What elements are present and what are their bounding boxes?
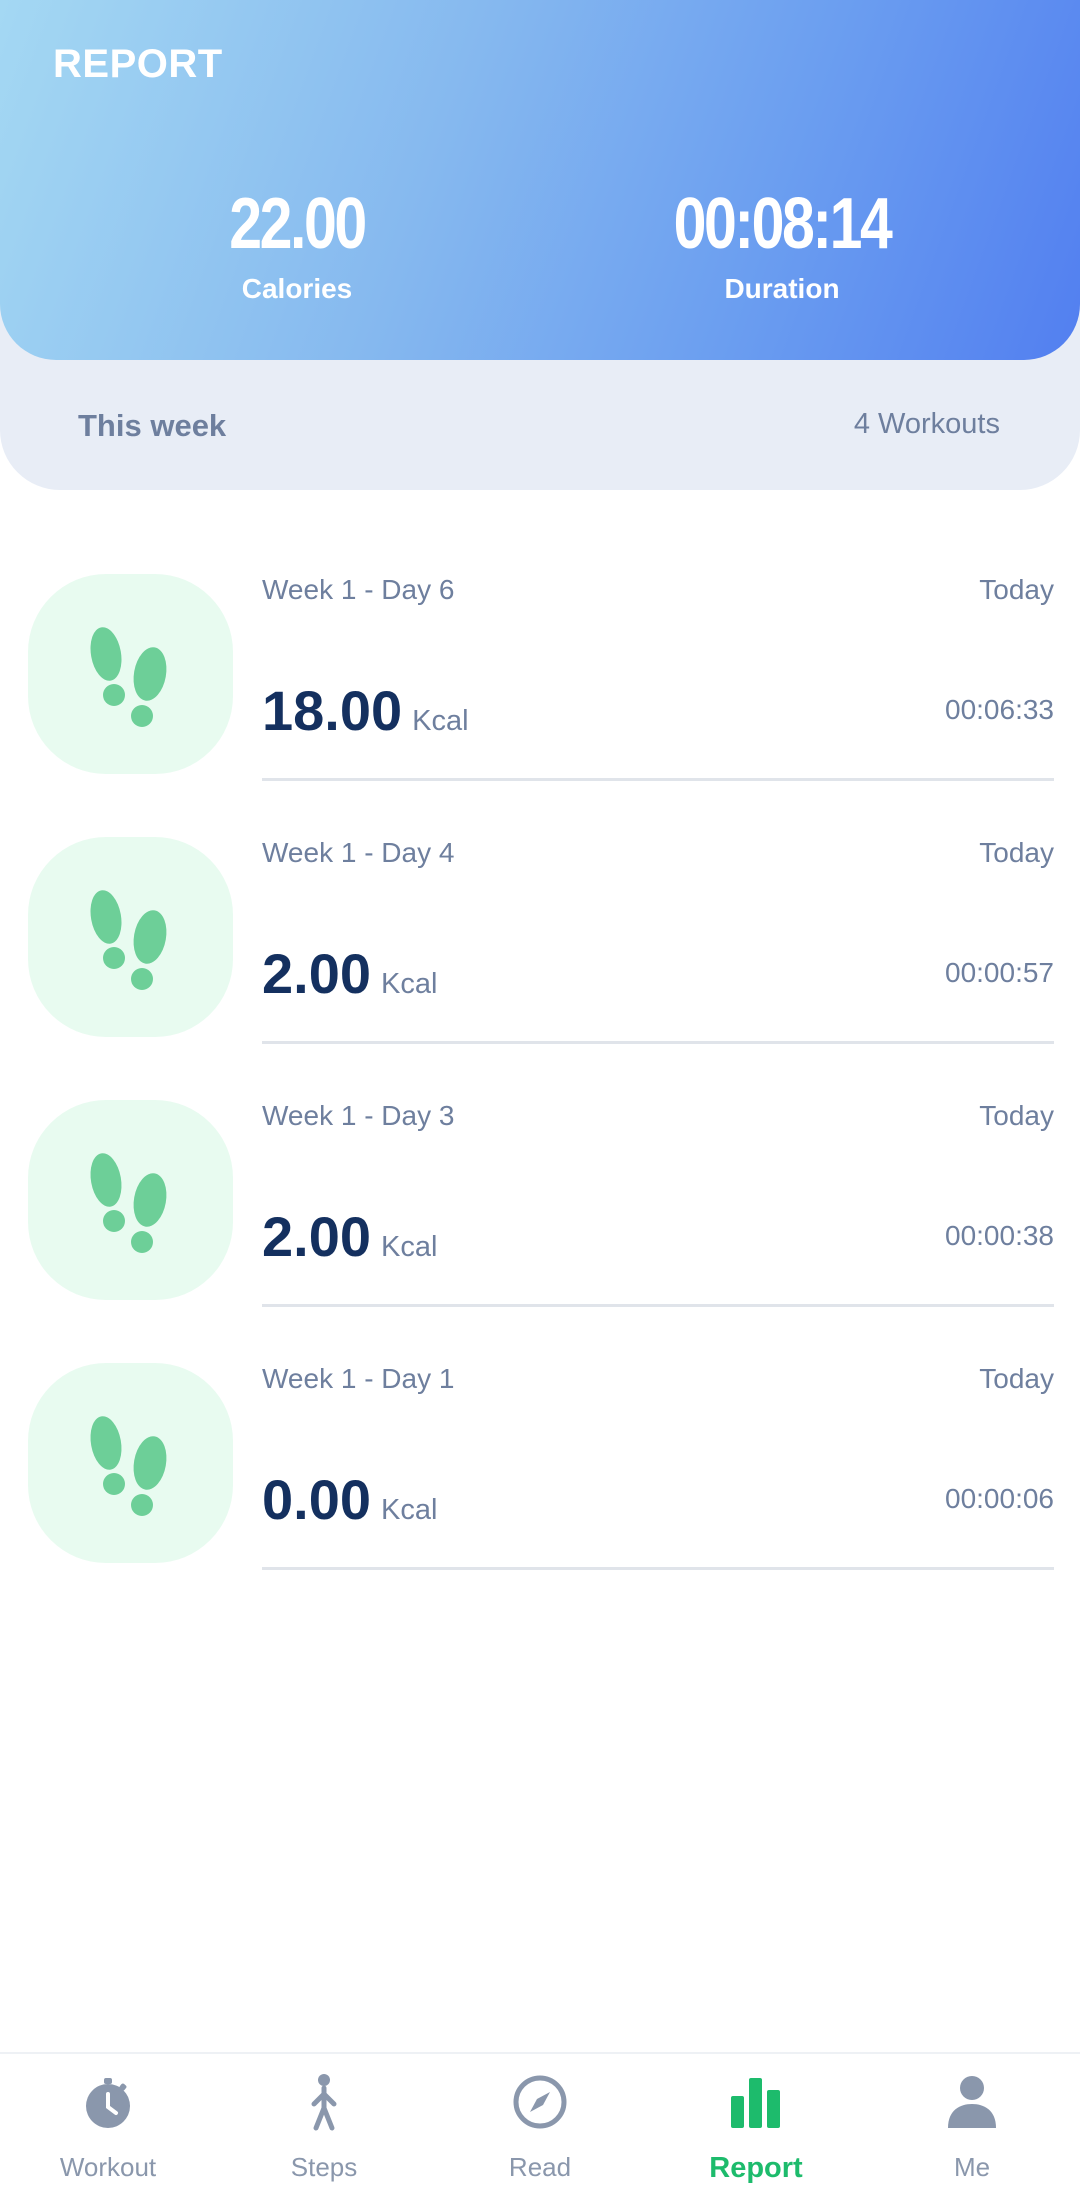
workout-duration: 00:00:06 xyxy=(945,1483,1054,1514)
tab-label: Workout xyxy=(59,2152,157,2182)
duration-value: 00:08:14 xyxy=(673,184,893,264)
workout-title: Week 1 - Day 6 xyxy=(262,574,455,605)
calories-value: 22.00 xyxy=(229,184,367,264)
kcal-value: 2.00 xyxy=(262,1205,371,1268)
duration-stat: 00:08:14 Duration xyxy=(582,185,982,305)
kcal-value: 2.00 xyxy=(262,942,371,1005)
workout-kcal: 2.00 Kcal xyxy=(262,941,437,1006)
divider xyxy=(262,778,1054,781)
workout-thumbnail xyxy=(28,1363,233,1563)
kcal-unit: Kcal xyxy=(381,968,438,1000)
divider xyxy=(262,1304,1054,1307)
tab-steps[interactable]: Steps xyxy=(216,2054,432,2200)
workout-kcal: 0.00 Kcal xyxy=(262,1467,437,1532)
tab-me[interactable]: Me xyxy=(864,2054,1080,2200)
calories-stat: 22.00 Calories xyxy=(97,185,497,305)
kcal-unit: Kcal xyxy=(381,1494,438,1526)
workout-row[interactable]: Week 1 - Day 3 Today 2.00 Kcal 00:00:38 xyxy=(0,1086,1080,1349)
workout-date: Today xyxy=(979,1100,1054,1131)
stopwatch-icon xyxy=(86,2078,130,2128)
workout-title: Week 1 - Day 4 xyxy=(262,837,455,868)
workout-title: Week 1 - Day 1 xyxy=(262,1363,455,1394)
workout-row[interactable]: Week 1 - Day 4 Today 2.00 Kcal 00:00:57 xyxy=(0,823,1080,1086)
workout-date: Today xyxy=(979,1363,1054,1394)
workout-row[interactable]: Week 1 - Day 1 Today 0.00 Kcal 00:00:06 xyxy=(0,1349,1080,1612)
tab-label: Report xyxy=(709,2152,803,2184)
workout-date: Today xyxy=(979,837,1054,868)
tab-workout[interactable]: Workout xyxy=(0,2054,216,2200)
workout-title: Week 1 - Day 3 xyxy=(262,1100,455,1131)
kcal-unit: Kcal xyxy=(381,1231,438,1263)
tab-label: Me xyxy=(953,2152,991,2182)
footsteps-icon xyxy=(90,890,167,990)
footsteps-icon xyxy=(90,627,167,727)
footsteps-icon xyxy=(90,1416,167,1516)
person-icon xyxy=(948,2076,996,2128)
duration-label: Duration xyxy=(724,273,840,304)
bar-chart-icon xyxy=(731,2078,780,2128)
workout-row[interactable]: Week 1 - Day 6 Today 18.00 Kcal 00:06:33 xyxy=(0,560,1080,823)
page-title: REPORT xyxy=(53,42,223,86)
workout-thumbnail xyxy=(28,1100,233,1300)
calories-label: Calories xyxy=(241,273,353,304)
workout-duration: 00:00:57 xyxy=(945,957,1054,988)
kcal-value: 0.00 xyxy=(262,1468,371,1531)
workout-kcal: 2.00 Kcal xyxy=(262,1204,437,1269)
walking-person-icon xyxy=(311,2074,337,2131)
workout-thumbnail xyxy=(28,574,233,774)
report-header: REPORT 22.00 Calories 00:08:14 Duration xyxy=(0,0,1080,360)
tab-label: Steps xyxy=(290,2152,358,2182)
compass-icon xyxy=(513,2075,567,2129)
workout-list: Week 1 - Day 6 Today 18.00 Kcal 00:06:33 … xyxy=(0,560,1080,1612)
bottom-tab-bar: Workout Steps Read Report Me xyxy=(0,2052,1080,2198)
workout-kcal: 18.00 Kcal xyxy=(262,678,469,743)
footsteps-icon xyxy=(90,1153,167,1253)
kcal-unit: Kcal xyxy=(412,705,469,737)
workout-count: 4 Workouts xyxy=(853,408,1000,440)
week-label: This week xyxy=(78,408,227,443)
workout-duration: 00:06:33 xyxy=(945,694,1054,725)
kcal-value: 18.00 xyxy=(262,679,403,742)
tab-label: Read xyxy=(508,2152,572,2182)
workout-date: Today xyxy=(979,574,1054,605)
workout-thumbnail xyxy=(28,837,233,1037)
workout-duration: 00:00:38 xyxy=(945,1220,1054,1251)
tab-read[interactable]: Read xyxy=(432,2054,648,2200)
tab-report[interactable]: Report xyxy=(648,2054,864,2200)
divider xyxy=(262,1567,1054,1570)
divider xyxy=(262,1041,1054,1044)
